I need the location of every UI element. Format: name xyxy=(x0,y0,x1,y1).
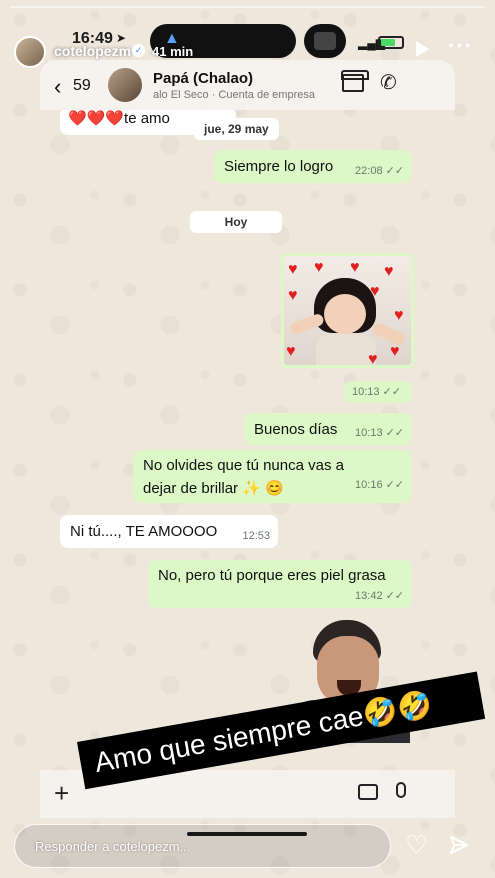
heart-icon: ♥ xyxy=(288,287,298,304)
story-username[interactable]: cotelopezm xyxy=(54,43,131,59)
story-posted-time: 41 min xyxy=(152,44,194,59)
story-avatar[interactable] xyxy=(14,36,46,68)
battery-level xyxy=(381,39,395,46)
read-ticks-icon: ✓✓ xyxy=(385,479,404,491)
unread-count: 59 xyxy=(73,77,91,94)
contact-subtitle: alo El Seco · Cuenta de empresa xyxy=(153,89,316,101)
camera-icon[interactable] xyxy=(358,784,378,800)
message-text: Buenos días xyxy=(254,421,338,438)
contact-name[interactable]: Papá (Chalao) xyxy=(153,70,253,87)
heart-icon: ♥ xyxy=(370,283,380,300)
heart-icon: ♥ xyxy=(384,263,394,280)
message-meta: 10:16 ✓✓ xyxy=(355,474,404,497)
play-icon[interactable] xyxy=(416,41,429,57)
message-time: 10:13 xyxy=(355,427,383,439)
send-icon[interactable] xyxy=(448,834,470,856)
add-call-icon[interactable]: ✆ xyxy=(380,70,397,95)
back-chevron-icon[interactable]: ‹ xyxy=(54,74,61,100)
message-outgoing[interactable]: No, pero tú porque eres piel grasa 13:42… xyxy=(148,560,412,608)
verified-badge-icon: ✓ xyxy=(132,44,145,57)
message-time: 10:16 xyxy=(355,479,383,491)
message-incoming[interactable]: Ni tú...., TE AMOOOO 12:53 xyxy=(60,515,278,548)
message-text: ❤️❤️❤️te amo xyxy=(68,110,170,127)
microphone-icon[interactable] xyxy=(396,782,406,798)
read-ticks-icon: ✓✓ xyxy=(385,590,404,602)
message-text: No olvides que tú nunca vas a dejar de b… xyxy=(143,457,344,497)
message-outgoing[interactable]: No olvides que tú nunca vas a dejar de b… xyxy=(133,450,412,503)
message-text: Ni tú...., TE AMOOOO xyxy=(70,523,218,540)
message-meta: 13:42 ✓✓ xyxy=(355,589,404,602)
like-heart-icon[interactable]: ♡ xyxy=(405,832,428,858)
message-time: 12:53 xyxy=(242,530,270,542)
photo-subject-face xyxy=(324,294,366,334)
message-meta: 10:13 ✓✓ xyxy=(355,426,404,439)
heart-icon: ♥ xyxy=(288,261,298,278)
store-icon[interactable] xyxy=(341,70,369,92)
message-outgoing[interactable]: Buenos días 10:13 ✓✓ xyxy=(244,413,412,445)
read-ticks-icon: ✓✓ xyxy=(385,165,404,177)
reply-input[interactable]: Responder a cotelopezm... xyxy=(14,824,391,868)
read-ticks-icon: ✓✓ xyxy=(382,386,401,398)
message-time: 10:13 xyxy=(352,386,380,398)
plus-icon[interactable]: + xyxy=(54,778,69,809)
read-ticks-icon: ✓✓ xyxy=(385,427,404,439)
dynamic-island-media xyxy=(304,24,346,58)
heart-icon: ♥ xyxy=(314,259,324,276)
battery-icon xyxy=(378,36,404,49)
message-text: Siempre lo logro xyxy=(224,158,334,175)
date-separator: Hoy xyxy=(190,211,282,233)
photo-subject-body xyxy=(316,334,376,365)
heart-icon: ♥ xyxy=(350,259,360,276)
message-meta: 22:08 ✓✓ xyxy=(355,164,404,177)
heart-icon: ♥ xyxy=(286,343,296,360)
message-time: 13:42 xyxy=(355,590,383,602)
more-options-icon[interactable]: ··· xyxy=(448,35,473,57)
heart-icon: ♥ xyxy=(394,307,404,324)
heart-icon: ♥ xyxy=(368,351,378,368)
story-progress-bar xyxy=(10,6,485,8)
chat-header: ‹ 59 Papá (Chalao) alo El Seco · Cuenta … xyxy=(40,60,455,110)
message-outgoing[interactable]: Siempre lo logro 22:08 ✓✓ xyxy=(214,150,412,183)
date-separator: jue, 29 may xyxy=(194,118,279,140)
photo-meta: 10:13 ✓✓ xyxy=(344,381,412,403)
message-meta: 12:53 xyxy=(242,530,270,542)
message-photo[interactable]: ♥ ♥ ♥ ♥ ♥ ♥ ♥ ♥ ♥ ♥ xyxy=(281,253,414,368)
reply-placeholder: Responder a cotelopezm... xyxy=(35,839,191,854)
contact-avatar[interactable] xyxy=(108,68,142,102)
message-text: No, pero tú porque eres piel grasa xyxy=(158,567,386,584)
heart-icon: ♥ xyxy=(390,343,400,360)
media-thumbnail xyxy=(314,32,336,50)
instagram-story: 16:49 ➤ ▲ ▂▄▆ cotelopezm ✓ 41 min ··· ‹ … xyxy=(0,0,495,878)
message-time: 22:08 xyxy=(355,165,383,177)
